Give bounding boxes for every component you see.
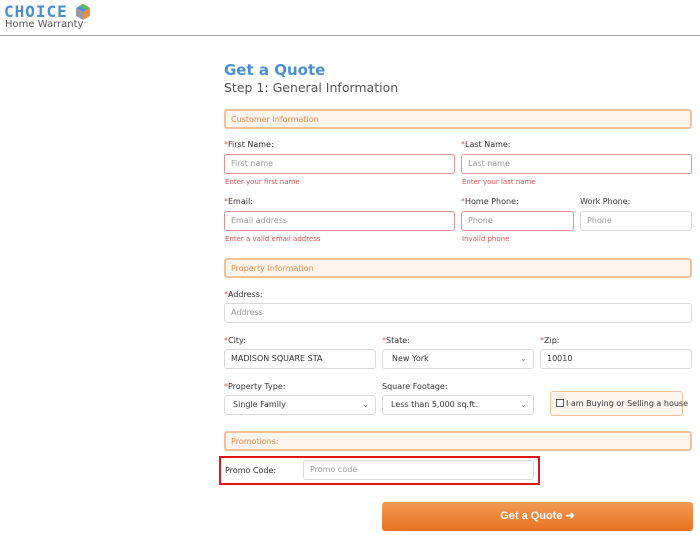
email-error: Enter a valid email address <box>225 235 321 243</box>
get-a-quote-button[interactable]: Get a Quote ➜ <box>382 502 693 531</box>
address-input[interactable]: Address <box>224 303 692 323</box>
page-title: Get a Quote <box>224 61 326 79</box>
promo-code-label: Promo Code: <box>225 466 277 475</box>
page-subtitle: Step 1: General Information <box>224 80 399 95</box>
square-footage-select[interactable]: Less than 5,000 sq.ft. ⌄ <box>382 395 534 415</box>
first-name-input[interactable]: First name <box>224 154 455 174</box>
chevron-down-icon: ⌄ <box>520 400 527 409</box>
choice-home-warranty-logo[interactable]: CHOICE Home Warranty <box>4 2 100 32</box>
site-header: CHOICE Home Warranty <box>0 0 700 36</box>
city-label: *City: <box>224 336 246 345</box>
chevron-down-icon: ⌄ <box>362 400 369 409</box>
work-phone-input[interactable]: Phone <box>580 211 692 231</box>
city-label-text: City: <box>228 336 246 345</box>
email-label: *Email: <box>224 197 253 206</box>
chevron-down-icon: ⌄ <box>520 354 527 363</box>
address-label: *Address: <box>224 290 263 299</box>
square-footage-label: Square Footage: <box>382 382 448 391</box>
last-name-label-text: Last Name: <box>465 140 511 149</box>
work-phone-label: Work Phone: <box>580 197 631 206</box>
property-type-label: *Property Type: <box>224 382 285 391</box>
home-phone-label-text: Home Phone: <box>465 197 519 206</box>
arrow-right-icon: ➜ <box>565 510 575 522</box>
address-label-text: Address: <box>228 290 263 299</box>
square-footage-selected-value: Less than 5,000 sq.ft. <box>391 400 478 409</box>
zip-label-text: Zip: <box>544 336 560 345</box>
get-a-quote-label: Get a Quote <box>500 510 563 522</box>
buying-selling-label: I am Buying or Selling a house <box>566 399 689 408</box>
state-selected-value: New York <box>392 354 429 363</box>
section-promotions: Promotions: <box>224 431 692 451</box>
last-name-label: *Last Name: <box>461 140 511 149</box>
buying-selling-checkbox[interactable] <box>556 399 564 407</box>
last-name-error: Enter your last name <box>462 178 536 186</box>
property-type-label-text: Property Type: <box>228 382 286 391</box>
email-input[interactable]: Email address <box>224 211 455 231</box>
zip-label: *Zip: <box>540 336 559 345</box>
first-name-error: Enter your first name <box>225 178 300 186</box>
home-phone-label: *Home Phone: <box>461 197 519 206</box>
last-name-input[interactable]: Last name <box>461 154 692 174</box>
state-label-text: State: <box>386 336 410 345</box>
section-customer-information: Customer Information <box>224 109 692 129</box>
logo-tagline: Home Warranty <box>5 19 84 30</box>
promo-code-input[interactable]: Promo code <box>303 460 534 480</box>
state-select[interactable]: New York ⌄ <box>382 349 534 369</box>
home-phone-input[interactable]: Phone <box>461 211 574 231</box>
email-label-text: Email: <box>228 197 253 206</box>
property-type-select[interactable]: Single Family ⌄ <box>224 395 376 415</box>
zip-input[interactable]: 10010 <box>540 349 692 369</box>
buying-selling-checkbox-container[interactable]: I am Buying or Selling a house <box>550 391 688 416</box>
city-input[interactable]: MADISON SQUARE STA <box>224 349 376 369</box>
property-type-selected-value: Single Family <box>233 400 286 409</box>
first-name-label-text: First Name: <box>228 140 274 149</box>
section-property-information: Property Information <box>224 258 692 278</box>
first-name-label: *First Name: <box>224 140 274 149</box>
state-label: *State: <box>382 336 410 345</box>
home-phone-error: Invalid phone <box>462 235 510 243</box>
